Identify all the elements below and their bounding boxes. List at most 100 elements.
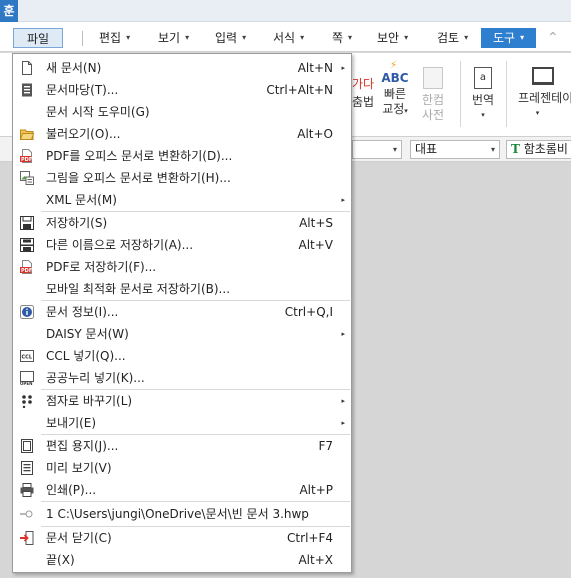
file-menu: 새 문서(N) Alt+N ▸ 문서마당(T)... Ctrl+Alt+N 문서… bbox=[12, 53, 352, 573]
menu-item-save-mobile[interactable]: 모바일 최적화 문서로 저장하기(B)... bbox=[13, 278, 351, 300]
menu-edit[interactable]: 편집 ▾ bbox=[99, 28, 130, 48]
menu-item-shortcut: Alt+O bbox=[297, 127, 333, 141]
hancom-dictionary-button[interactable]: 한컴 사전 bbox=[418, 67, 448, 123]
menu-separator bbox=[82, 31, 83, 46]
chevron-down-icon: ▾ bbox=[520, 33, 525, 42]
menu-format[interactable]: 서식 ▾ bbox=[273, 28, 304, 48]
menu-item-label: 공공누리 넣기(K)... bbox=[46, 371, 145, 385]
chevron-down-icon: ▾ bbox=[404, 33, 409, 42]
menu-item-document-info[interactable]: 문서 정보(I)... Ctrl+Q,I bbox=[13, 301, 351, 323]
braille-icon bbox=[22, 395, 32, 408]
menu-item-shortcut: Alt+S bbox=[299, 216, 333, 230]
svg-text:CCL: CCL bbox=[22, 355, 33, 361]
menu-item-insert-ccl[interactable]: CCL CCL 넣기(Q)... bbox=[13, 345, 351, 367]
menu-item-template[interactable]: 문서마당(T)... Ctrl+Alt+N bbox=[13, 79, 351, 101]
menu-item-open[interactable]: 불러오기(O)... Alt+O bbox=[13, 123, 351, 145]
menu-item-page-setup[interactable]: 편집 용지(J)... F7 bbox=[13, 435, 351, 457]
save-icon bbox=[20, 216, 34, 230]
chevron-down-icon: ▾ bbox=[185, 33, 190, 42]
menu-tools[interactable]: 도구 ▾ bbox=[481, 28, 536, 48]
menu-item-print[interactable]: 인쇄(P)... Alt+P bbox=[13, 479, 351, 501]
menu-item-label: 문서마당(T)... bbox=[46, 83, 119, 97]
menu-page[interactable]: 쪽 ▾ bbox=[332, 28, 352, 48]
dictionary-line1: 한컴 bbox=[421, 93, 445, 107]
menu-item-image-to-office[interactable]: 그림을 오피스 문서로 변환하기(H)... bbox=[13, 167, 351, 189]
menu-item-label: 새 문서(N) bbox=[46, 61, 102, 75]
ribbon-partial-1[interactable]: 가다 bbox=[352, 77, 374, 92]
menu-item-xml-document[interactable]: XML 문서(M) ▸ bbox=[13, 189, 351, 211]
menu-item-shortcut: Alt+N bbox=[297, 61, 333, 75]
menu-item-preview[interactable]: 미리 보기(V) bbox=[13, 457, 351, 479]
menu-item-send[interactable]: 보내기(E) ▸ bbox=[13, 412, 351, 434]
translate-icon: a bbox=[474, 67, 492, 89]
presentation-button[interactable]: 프레젠테이 ▾ bbox=[518, 67, 571, 121]
dictionary-icon bbox=[423, 67, 443, 89]
menu-item-shortcut: Alt+V bbox=[298, 238, 333, 252]
svg-text:PDF: PDF bbox=[21, 157, 32, 163]
menu-item-daisy-document[interactable]: DAISY 문서(W) ▸ bbox=[13, 323, 351, 345]
menu-item-braille[interactable]: 점자로 바꾸기(L) ▸ bbox=[13, 390, 351, 412]
font-type-icon: T bbox=[511, 142, 520, 156]
menu-view-label: 보기 bbox=[158, 31, 181, 45]
collapse-ribbon-icon[interactable]: ⌃ bbox=[547, 28, 559, 48]
chevron-down-icon: ▾ bbox=[126, 33, 131, 42]
submenu-arrow-icon: ▸ bbox=[341, 196, 345, 204]
menu-page-label: 쪽 bbox=[332, 31, 344, 45]
style-combo[interactable]: 대표 ▾ bbox=[410, 140, 500, 159]
chevron-down-icon: ▾ bbox=[348, 33, 353, 42]
menu-item-shortcut: Ctrl+Q,I bbox=[284, 305, 333, 319]
menu-item-start-helper[interactable]: 문서 시작 도우미(G) bbox=[13, 101, 351, 123]
ribbon-partial-2[interactable]: 춤법 bbox=[352, 95, 374, 110]
menu-security-label: 보안 bbox=[377, 31, 400, 45]
menu-item-label: PDF로 저장하기(F)... bbox=[46, 260, 157, 274]
menu-item-label: 점자로 바꾸기(L) bbox=[46, 394, 133, 408]
menu-review[interactable]: 검토 ▾ bbox=[437, 28, 468, 48]
menu-item-shortcut: Alt+X bbox=[298, 553, 333, 567]
menu-bar: 파일 편집 ▾ 보기 ▾ 입력 ▾ 서식 ▾ 쪽 ▾ 보안 ▾ 검토 ▾ 도구 ▾ ⌃ bbox=[0, 22, 571, 52]
menu-insert-label: 입력 bbox=[215, 31, 238, 45]
menu-item-label: 보내기(E) bbox=[46, 416, 97, 430]
app-icon[interactable]: 훈 bbox=[0, 0, 18, 22]
menu-item-save[interactable]: 저장하기(S) Alt+S bbox=[13, 212, 351, 234]
font-combo[interactable]: T 함초롬비 bbox=[506, 140, 571, 159]
menu-item-label: PDF를 오피스 문서로 변환하기(D)... bbox=[46, 149, 233, 163]
pdf-convert-icon: PDF bbox=[20, 149, 32, 163]
partial-combo[interactable]: ▾ bbox=[352, 140, 402, 159]
menu-item-label: XML 문서(M) bbox=[46, 193, 117, 207]
spell-check-icon: ⚡ ABC bbox=[381, 60, 409, 85]
menu-item-insert-kogl[interactable]: OPEN 공공누리 넣기(K)... bbox=[13, 367, 351, 389]
menu-insert[interactable]: 입력 ▾ bbox=[215, 28, 246, 48]
info-icon bbox=[20, 305, 34, 319]
menu-item-save-pdf[interactable]: PDF PDF로 저장하기(F)... bbox=[13, 256, 351, 278]
chevron-down-icon: ▾ bbox=[464, 33, 469, 42]
menu-item-label: 문서 닫기(C) bbox=[46, 531, 112, 545]
image-convert-icon bbox=[20, 171, 34, 185]
menu-item-label: 편집 용지(J)... bbox=[46, 439, 119, 453]
menu-item-save-as[interactable]: 다른 이름으로 저장하기(A)... Alt+V bbox=[13, 234, 351, 256]
translate-button[interactable]: a 번역 ▾ bbox=[469, 67, 497, 123]
close-document-icon bbox=[20, 531, 34, 545]
menu-item-label: 모바일 최적화 문서로 저장하기(B)... bbox=[46, 282, 231, 296]
quick-correct-button[interactable]: ⚡ ABC 빠른 교정▾ bbox=[378, 60, 412, 119]
menu-item-new-document[interactable]: 새 문서(N) Alt+N ▸ bbox=[13, 57, 351, 79]
quick-correct-line2: 교정▾ bbox=[382, 102, 408, 116]
menu-separator bbox=[41, 501, 350, 502]
dictionary-line2: 사전 bbox=[421, 108, 445, 122]
chevron-down-icon: ▾ bbox=[481, 111, 485, 119]
menu-security[interactable]: 보안 ▾ bbox=[377, 28, 408, 48]
chevron-down-icon: ▾ bbox=[242, 33, 247, 42]
title-bar: 훈 bbox=[0, 0, 571, 22]
menu-item-pdf-to-office[interactable]: PDF PDF를 오피스 문서로 변환하기(D)... bbox=[13, 145, 351, 167]
menu-view[interactable]: 보기 ▾ bbox=[158, 28, 189, 48]
font-combo-value: 함초롬비 bbox=[523, 142, 568, 156]
menu-item-close-document[interactable]: 문서 닫기(C) Ctrl+F4 bbox=[13, 527, 351, 549]
menu-file[interactable]: 파일 bbox=[13, 28, 63, 48]
quick-correct-line1: 빠른 bbox=[383, 87, 407, 101]
open-folder-icon bbox=[20, 129, 34, 140]
submenu-arrow-icon: ▸ bbox=[341, 330, 345, 338]
menu-item-recent-file[interactable]: 1 C:\Users\jungi\OneDrive\문서\빈 문서 3.hwp bbox=[13, 503, 351, 525]
menu-item-shortcut: Alt+P bbox=[299, 483, 333, 497]
ribbon-separator bbox=[460, 61, 461, 127]
menu-item-exit[interactable]: 끝(X) Alt+X bbox=[13, 549, 351, 571]
menu-edit-label: 편집 bbox=[99, 31, 122, 45]
